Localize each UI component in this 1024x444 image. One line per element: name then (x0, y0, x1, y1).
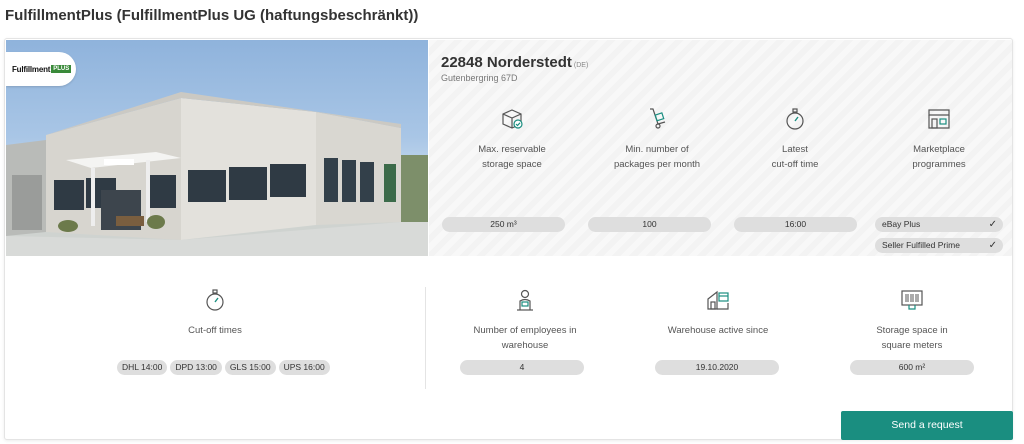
warehouse-photo: Fulfillment PLUS (6, 40, 428, 256)
stat-label: Number of employees in (473, 325, 577, 336)
stat-active-since: Warehouse active since (653, 287, 783, 338)
stat-label: warehouse (501, 340, 549, 351)
logo-text: Fulfillment (12, 64, 51, 74)
feature-min-packages: Min. number of packages per month (592, 106, 722, 172)
check-icon: ✓ (988, 240, 997, 251)
cutoff-chip-ups: UPS 16:00 (278, 360, 330, 375)
stopwatch-icon (206, 289, 224, 311)
cutoff-times-block: Cut-off times (155, 287, 275, 338)
warehouse-card: Fulfillment PLUS 22848 Norderstedt (DE) G… (4, 38, 1013, 440)
warehouse-calendar-icon (707, 290, 729, 310)
programme-label: eBay Plus (882, 219, 921, 229)
company-logo: Fulfillment PLUS (6, 52, 76, 86)
stopwatch-icon (786, 108, 804, 130)
feature-label: programmes (912, 159, 966, 170)
cutoff-chip-dhl: DHL 14:00 (117, 360, 168, 375)
feature-latest-cutoff: Latest cut-off time (745, 106, 845, 172)
worker-icon (517, 289, 533, 311)
feature-label: cut-off time (771, 159, 819, 170)
feature-label: storage space (482, 159, 542, 170)
logo-plus: PLUS (51, 65, 72, 73)
feature-label: packages per month (613, 159, 701, 170)
active-since-value: 19.10.2020 (655, 360, 779, 375)
programme-ebay-plus: eBay Plus ✓ (875, 217, 1003, 232)
stat-label: Warehouse active since (667, 325, 769, 336)
programme-label: Seller Fulfilled Prime (882, 240, 960, 250)
feature-marketplace-programmes: Marketplace programmes (877, 106, 1001, 172)
stat-label: Storage space in (876, 325, 948, 336)
feature-label: Latest (782, 144, 808, 155)
check-icon: ✓ (988, 219, 997, 230)
stat-employees: Number of employees in warehouse (460, 287, 590, 353)
send-request-button[interactable]: Send a request (841, 411, 1013, 440)
stat-label: square meters (881, 340, 943, 351)
box-check-icon (502, 109, 523, 129)
section-divider (425, 287, 426, 389)
barcode-icon (901, 290, 923, 310)
hand-truck-icon (650, 108, 666, 129)
min-packages-value: 100 (588, 217, 711, 232)
city-text: 22848 Norderstedt (441, 54, 572, 71)
latest-cutoff-value: 16:00 (734, 217, 857, 232)
location-info: 22848 Norderstedt (DE) Gutenbergring 67D … (429, 40, 1012, 256)
country-code: (DE) (573, 62, 589, 69)
location-street: Gutenbergring 67D (441, 73, 518, 83)
stat-storage-sqm: Storage space in square meters (847, 287, 977, 353)
feature-label: Max. reservable (478, 144, 546, 155)
cutoff-chip-dpd: DPD 13:00 (170, 360, 222, 375)
programme-seller-fulfilled-prime: Seller Fulfilled Prime ✓ (875, 238, 1003, 253)
storage-space-value: 250 m³ (442, 217, 565, 232)
cutoff-chip-gls: GLS 15:00 (224, 360, 276, 375)
employees-value: 4 (460, 360, 584, 375)
location-city: 22848 Norderstedt (DE) (441, 54, 588, 71)
page-title: FulfillmentPlus (FulfillmentPlus UG (haf… (5, 7, 419, 24)
cutoff-times-label: Cut-off times (188, 325, 242, 336)
feature-label: Min. number of (625, 144, 689, 155)
storage-sqm-value: 600 m² (850, 360, 974, 375)
cutoff-chips: DHL 14:00 DPD 13:00 GLS 15:00 UPS 16:00 (117, 360, 330, 375)
feature-label: Marketplace (913, 144, 965, 155)
storefront-icon (928, 109, 950, 129)
feature-storage-space: Max. reservable storage space (457, 106, 567, 172)
